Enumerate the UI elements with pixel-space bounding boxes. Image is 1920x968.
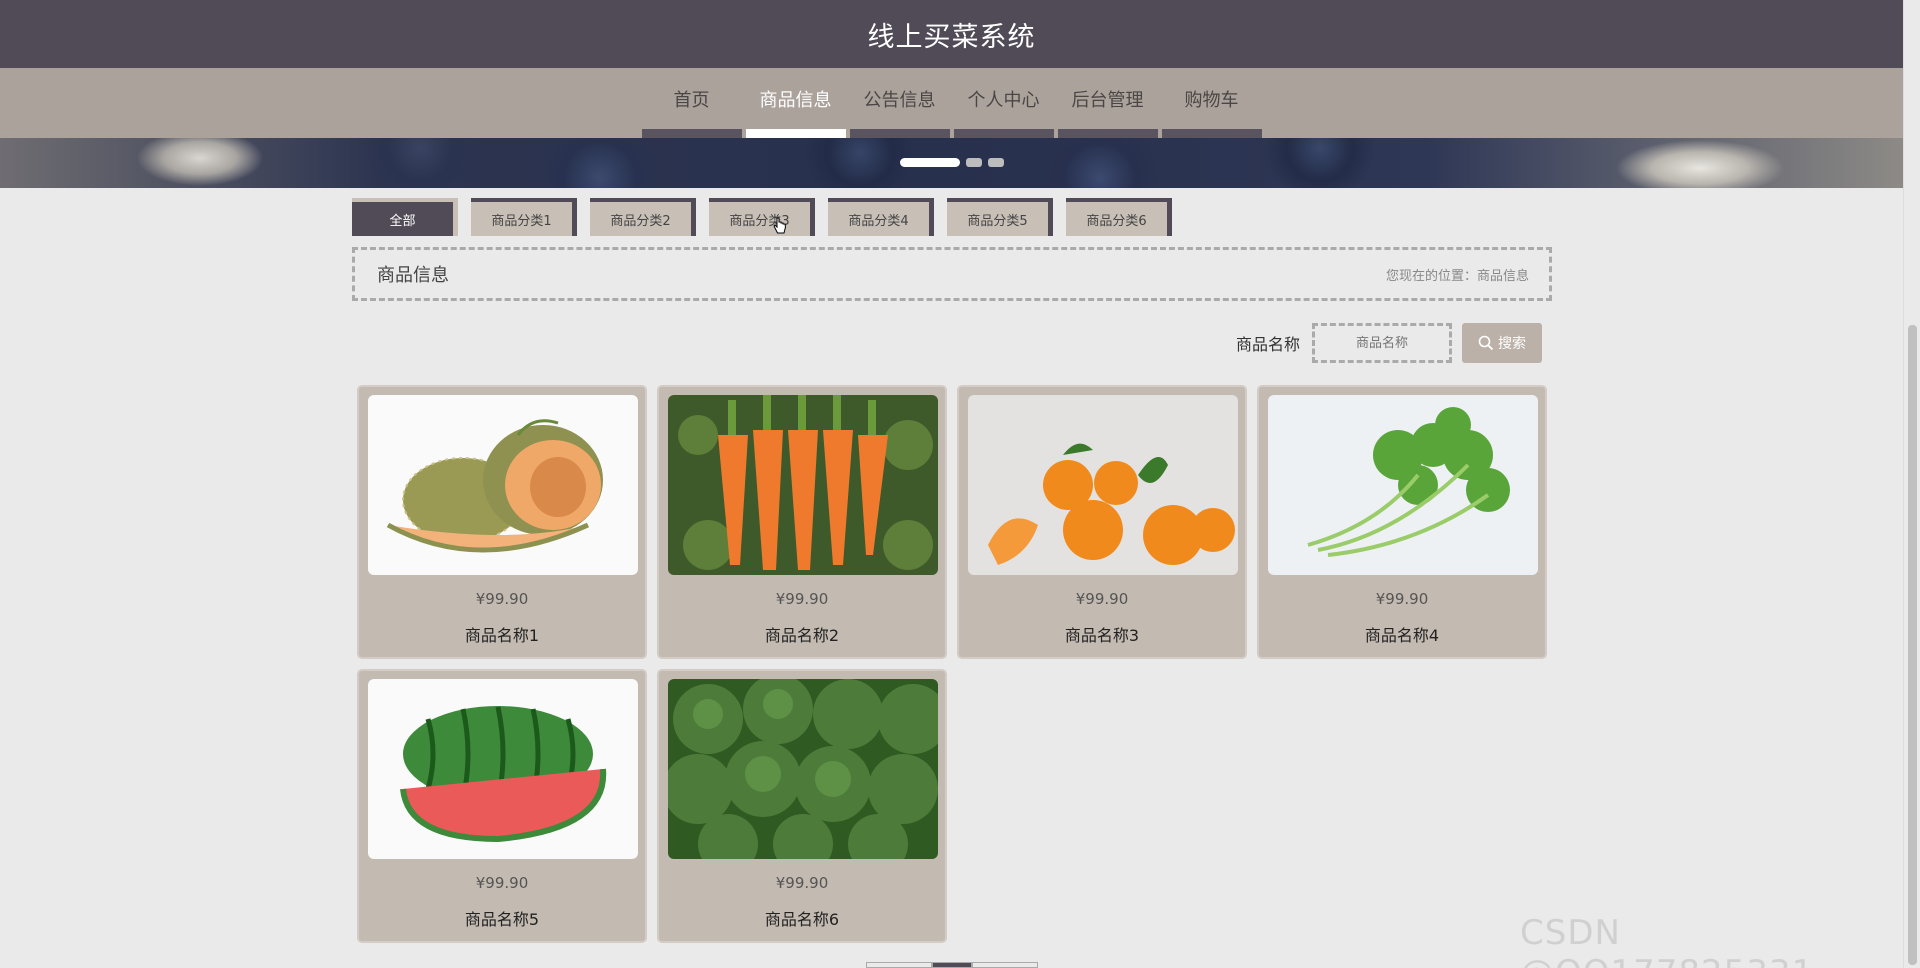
- product-price: ¥99.90: [1375, 590, 1429, 608]
- search-bar: 商品名称 搜索: [1236, 323, 1543, 363]
- pagination: [866, 962, 1038, 968]
- product-price: ¥99.90: [775, 874, 829, 892]
- product-name: 商品名称6: [764, 910, 840, 929]
- watermark: CSDN @QQ177825331: [1520, 913, 1813, 968]
- category-tab-6[interactable]: 商品分类6: [1066, 198, 1172, 236]
- product-card-5[interactable]: ¥99.90 商品名称5: [357, 669, 647, 943]
- product-image[interactable]: [668, 679, 938, 859]
- category-tab-3[interactable]: 商品分类3: [709, 198, 815, 236]
- page-scrollbar[interactable]: [1903, 0, 1920, 968]
- nav-item-6[interactable]: 购物车: [1160, 68, 1264, 138]
- product-name: 商品名称2: [764, 626, 840, 645]
- product-card-2[interactable]: ¥99.90 商品名称2: [657, 385, 947, 659]
- product-card-3[interactable]: ¥99.90 商品名称3: [957, 385, 1247, 659]
- nav-item-underline: [849, 129, 950, 138]
- product-name: 商品名称4: [1364, 626, 1440, 645]
- product-price: ¥99.90: [1075, 590, 1129, 608]
- nav-item-label: 公告信息: [863, 90, 936, 111]
- scrollbar-thumb[interactable]: [1908, 325, 1917, 965]
- carousel-dot-2[interactable]: [966, 158, 982, 167]
- product-grid: ¥99.90 商品名称1 ¥99.90 商品名称2 ¥99.90 商品名称3 ¥99.90 商…: [357, 385, 1547, 943]
- section-title: 商品信息: [377, 265, 449, 286]
- product-price: ¥99.90: [475, 874, 529, 892]
- product-name-search-input[interactable]: [1312, 323, 1453, 363]
- product-image[interactable]: [368, 679, 638, 859]
- category-tab-4[interactable]: 商品分类4: [828, 198, 934, 236]
- hand-cursor-icon: [773, 217, 787, 234]
- search-button-label: 搜索: [1498, 336, 1527, 352]
- section-header: 商品信息 您现在的位置：商品信息: [352, 247, 1552, 301]
- search-label: 商品名称: [1236, 335, 1301, 354]
- nav-item-5[interactable]: 后台管理: [1056, 68, 1160, 138]
- pagination-next[interactable]: [972, 962, 1038, 968]
- main-nav: 首页 商品信息 公告信息 个人中心 后台管理 购物车: [0, 68, 1903, 138]
- product-image[interactable]: [668, 395, 938, 575]
- nav-item-underline: [641, 129, 742, 138]
- nav-item-underline: [1161, 129, 1262, 138]
- site-header: 线上买菜系统: [0, 0, 1903, 68]
- category-tab-1[interactable]: 商品分类1: [471, 198, 577, 236]
- category-tabs: 全部 商品分类1 商品分类2 商品分类3 商品分类4 商品分类5 商品分类6: [352, 198, 1172, 236]
- nav-item-underline: [953, 129, 1054, 138]
- breadcrumb: 您现在的位置：商品信息: [1385, 268, 1529, 284]
- category-tab-2[interactable]: 商品分类2: [590, 198, 696, 236]
- product-card-6[interactable]: ¥99.90 商品名称6: [657, 669, 947, 943]
- nav-item-label: 购物车: [1184, 90, 1239, 111]
- nav-item-3[interactable]: 公告信息: [848, 68, 952, 138]
- nav-item-label: 后台管理: [1071, 90, 1144, 111]
- category-tab-5[interactable]: 商品分类5: [947, 198, 1053, 236]
- carousel-dot-1[interactable]: [900, 158, 960, 167]
- product-image[interactable]: [1268, 395, 1538, 575]
- product-card-1[interactable]: ¥99.90 商品名称1: [357, 385, 647, 659]
- carousel-indicators: [900, 158, 1004, 167]
- nav-item-label: 商品信息: [759, 90, 832, 111]
- category-tab-0[interactable]: 全部: [352, 198, 458, 236]
- nav-item-label: 首页: [673, 90, 710, 111]
- product-image[interactable]: [368, 395, 638, 575]
- product-image[interactable]: [968, 395, 1238, 575]
- nav-item-label: 个人中心: [967, 90, 1040, 111]
- product-card-4[interactable]: ¥99.90 商品名称4: [1257, 385, 1547, 659]
- pagination-prev[interactable]: [866, 962, 932, 968]
- pagination-current[interactable]: [932, 962, 972, 968]
- search-icon: [1478, 335, 1494, 351]
- product-name: 商品名称5: [464, 910, 540, 929]
- nav-item-underline: [1057, 129, 1158, 138]
- product-name: 商品名称1: [464, 626, 540, 645]
- search-button[interactable]: 搜索: [1462, 323, 1543, 363]
- nav-item-2[interactable]: 商品信息: [744, 68, 848, 138]
- product-price: ¥99.90: [775, 590, 829, 608]
- carousel-dot-3[interactable]: [988, 158, 1004, 167]
- product-name: 商品名称3: [1064, 626, 1140, 645]
- site-title: 线上买菜系统: [867, 21, 1036, 53]
- nav-item-underline: [745, 129, 846, 138]
- nav-item-1[interactable]: 首页: [640, 68, 744, 138]
- product-price: ¥99.90: [475, 590, 529, 608]
- nav-item-4[interactable]: 个人中心: [952, 68, 1056, 138]
